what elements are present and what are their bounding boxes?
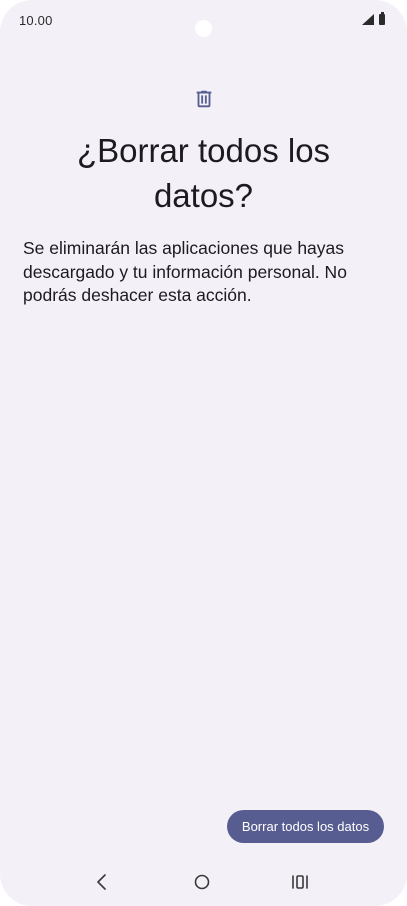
status-icons (362, 12, 385, 25)
home-icon[interactable] (192, 872, 212, 892)
status-time: 10.00 (19, 13, 53, 28)
signal-icon (362, 14, 374, 25)
battery-icon (379, 12, 385, 25)
camera-cutout (195, 20, 212, 37)
navigation-bar (0, 862, 407, 902)
page-title: ¿Borrar todos los datos? (76, 132, 331, 214)
status-bar: 10.00 (0, 0, 407, 42)
erase-all-data-button[interactable]: Borrar todos los datos (227, 810, 384, 843)
phone-screen: 10.00 ¿Borrar todos los datos? Se elimin… (0, 0, 407, 906)
warning-description: Se eliminarán las aplicaciones que hayas… (23, 238, 347, 305)
recents-icon[interactable] (289, 872, 311, 892)
back-icon[interactable] (92, 872, 112, 892)
trash-icon (196, 90, 212, 108)
